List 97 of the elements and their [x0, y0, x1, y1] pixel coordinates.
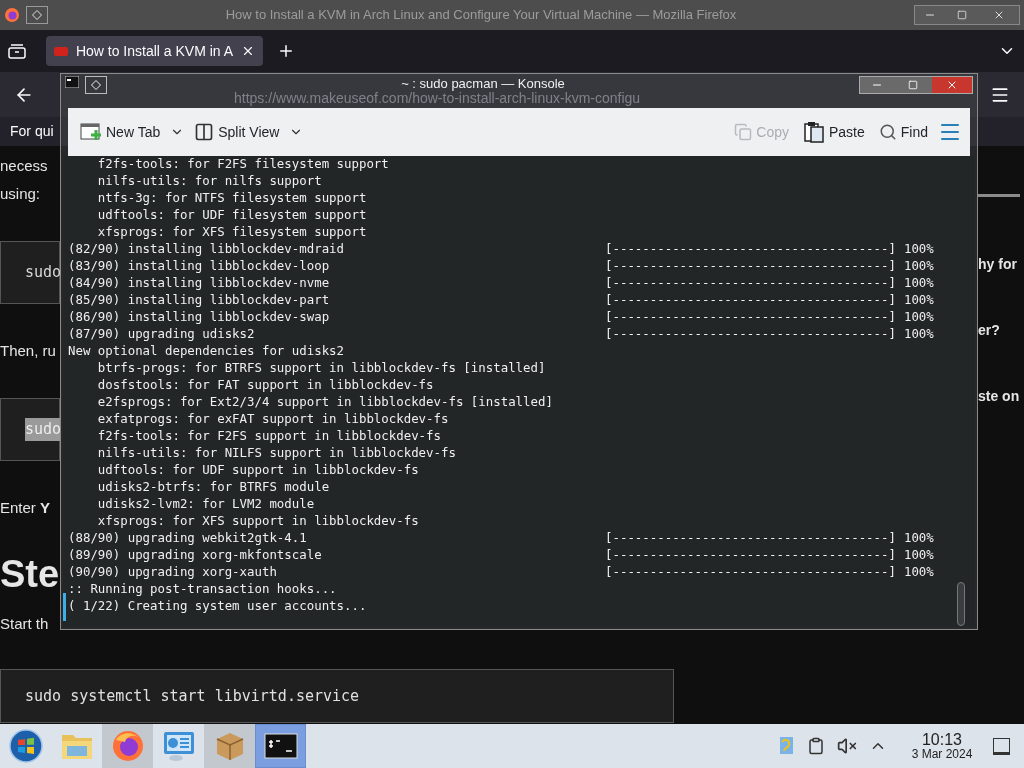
- window-title: How to Install a KVM in Arch Linux and Configure Your Virtual Machine — Mozilla Firefox: [224, 6, 738, 25]
- sidebar-link-text[interactable]: ste on: [978, 385, 1024, 407]
- terminal-icon: [263, 733, 298, 759]
- terminal-line: dosfstools: for FAT support in libblockdev-fs: [96, 376, 434, 395]
- tab-overview-icon[interactable]: [8, 43, 26, 59]
- progress-bar-text: [-------------------------------------]: [605, 274, 896, 293]
- progress-bar-text: [-------------------------------------]: [605, 529, 896, 548]
- sidebar-link-text[interactable]: hy for: [978, 253, 1024, 275]
- terminal-line: (85/90) installing libblockdev-part: [68, 291, 331, 310]
- code-text: sudo: [25, 418, 62, 441]
- keep-above-button[interactable]: [85, 76, 107, 94]
- close-icon: [946, 79, 958, 91]
- progress-percent: 100%: [903, 240, 934, 259]
- site-favicon: [54, 46, 68, 56]
- article-heading: Ste: [0, 552, 60, 597]
- terminal-line: (82/90) installing libblockdev-mdraid: [68, 240, 345, 259]
- copy-icon: [734, 123, 753, 141]
- article-text: Start th: [0, 614, 50, 634]
- terminal-line: e2fsprogs: for Ext2/3/4 support in libblockdev-fs [installed]: [96, 393, 553, 412]
- start-orb-icon: [8, 729, 43, 763]
- progress-percent: 100%: [903, 274, 934, 293]
- article-text: Enter Y: [0, 498, 52, 518]
- terminal-line: ( 1/22) Creating system user accounts...: [68, 597, 367, 616]
- close-tab-icon[interactable]: [241, 44, 255, 58]
- progress-bar-text: [-------------------------------------]: [605, 240, 896, 259]
- terminal-line: f2fs-tools: for F2FS filesystem support: [96, 155, 389, 174]
- progress-bar-text: [-------------------------------------]: [605, 291, 896, 310]
- terminal-line: btrfs-progs: for BTRFS support in libblockdev-fs [installed]: [96, 359, 546, 378]
- progress-bar-text: [-------------------------------------]: [605, 325, 896, 344]
- taskbar-app-button[interactable]: [255, 724, 306, 768]
- terminal-line: nilfs-utils: for NILFS support in libblockdev-fs: [96, 444, 456, 463]
- control-panel-icon: [161, 730, 196, 762]
- tab-title: How to Install a KVM in A: [75, 41, 234, 61]
- terminal-line: udisks2-lvm2: for LVM2 module: [96, 495, 315, 514]
- keep-above-button[interactable]: [26, 6, 48, 24]
- progress-bar-text: [-------------------------------------]: [605, 257, 896, 276]
- terminal-line: (87/90) upgrading udisks2: [68, 325, 256, 344]
- paste-button[interactable]: Paste: [798, 117, 869, 147]
- diamond-icon: [91, 80, 101, 90]
- terminal-line: (88/90) upgrading webkit2gtk-4.1: [68, 529, 308, 548]
- progress-percent: 100%: [903, 529, 934, 548]
- firefox-icon: [4, 7, 20, 23]
- find-button[interactable]: Find: [874, 117, 932, 147]
- browser-tab[interactable]: How to Install a KVM in A: [46, 36, 263, 66]
- terminal-line: udisks2-btrfs: for BTRFS module: [96, 478, 330, 497]
- terminal-line: (89/90) upgrading xorg-mkfontscale: [68, 546, 323, 565]
- code-text: sudo systemctl start libvirtd.service: [25, 685, 360, 707]
- progress-percent: 100%: [903, 257, 934, 276]
- terminal-line: udftools: for UDF support in libblockdev-fs: [96, 461, 419, 480]
- terminal-line: xfsprogs: for XFS filesystem support: [96, 223, 367, 242]
- new-tab-icon[interactable]: [277, 42, 295, 60]
- terminal-line: udftools: for UDF filesystem support: [96, 206, 367, 225]
- progress-percent: 100%: [903, 563, 934, 582]
- terminal-line: :: Running post-transaction hooks...: [68, 580, 337, 599]
- scrollbar-thumb[interactable]: [957, 582, 965, 626]
- clock-time[interactable]: 10:13: [921, 732, 962, 748]
- cursor-bar: [63, 593, 66, 621]
- muted-speaker-icon[interactable]: [837, 736, 857, 756]
- firefox-icon: [111, 730, 144, 762]
- terminal-line: exfatprogs: for exFAT support in libblockdev-fs: [96, 410, 449, 429]
- terminal-line: nilfs-utils: for nilfs support: [96, 172, 322, 191]
- diamond-icon: [32, 10, 42, 20]
- clock-date[interactable]: 3 Mar 2024: [911, 748, 973, 760]
- progress-percent: 100%: [903, 325, 934, 344]
- terminal-line: (84/90) installing libblockdev-nvme: [68, 274, 331, 293]
- article-text: using:: [0, 184, 42, 204]
- terminal-line: (86/90) installing libblockdev-swap: [68, 308, 331, 327]
- terminal-line: (83/90) installing libblockdev-loop: [68, 257, 331, 276]
- progress-bar-text: [-------------------------------------]: [605, 308, 896, 327]
- article-text: Then, ru: [0, 341, 57, 361]
- split-view-icon: [194, 122, 215, 142]
- progress-percent: 100%: [903, 291, 934, 310]
- terminal-line: (90/90) upgrading xorg-xauth: [68, 563, 278, 582]
- clipboard-icon[interactable]: [807, 737, 825, 755]
- code-text: sudo: [25, 262, 62, 284]
- progress-percent: 100%: [903, 546, 934, 565]
- split-view-button[interactable]: Split View: [190, 117, 284, 147]
- window-title: ~ : sudo pacman — Konsole: [401, 76, 565, 91]
- terminal-line: xfsprogs: for XFS support in libblockdev-fs: [96, 512, 419, 531]
- progress-bar-text: [-------------------------------------]: [605, 563, 896, 582]
- maximize-icon: [908, 80, 918, 90]
- new-tab-button[interactable]: New Tab: [76, 117, 165, 147]
- progress-percent: 100%: [903, 308, 934, 327]
- terminal-line: f2fs-tools: for F2FS support in libblockdev-fs: [96, 427, 441, 446]
- sidebar-link-text[interactable]: er?: [978, 319, 1024, 341]
- search-icon: [878, 123, 897, 141]
- terminal-line: New optional dependencies for udisks2: [68, 342, 344, 361]
- paste-icon: [802, 121, 825, 143]
- article-text: necess: [0, 156, 49, 176]
- terminal-icon: [65, 76, 79, 88]
- show-desktop-button[interactable]: [993, 737, 1010, 755]
- new-tab-icon: [80, 122, 102, 142]
- banner-text: For qui: [10, 122, 54, 141]
- terminal-line: ntfs-3g: for NTFS filesystem support: [96, 189, 367, 208]
- close-icon: [993, 9, 1005, 21]
- progress-bar-text: [-------------------------------------]: [605, 546, 896, 565]
- maximize-icon: [957, 10, 967, 20]
